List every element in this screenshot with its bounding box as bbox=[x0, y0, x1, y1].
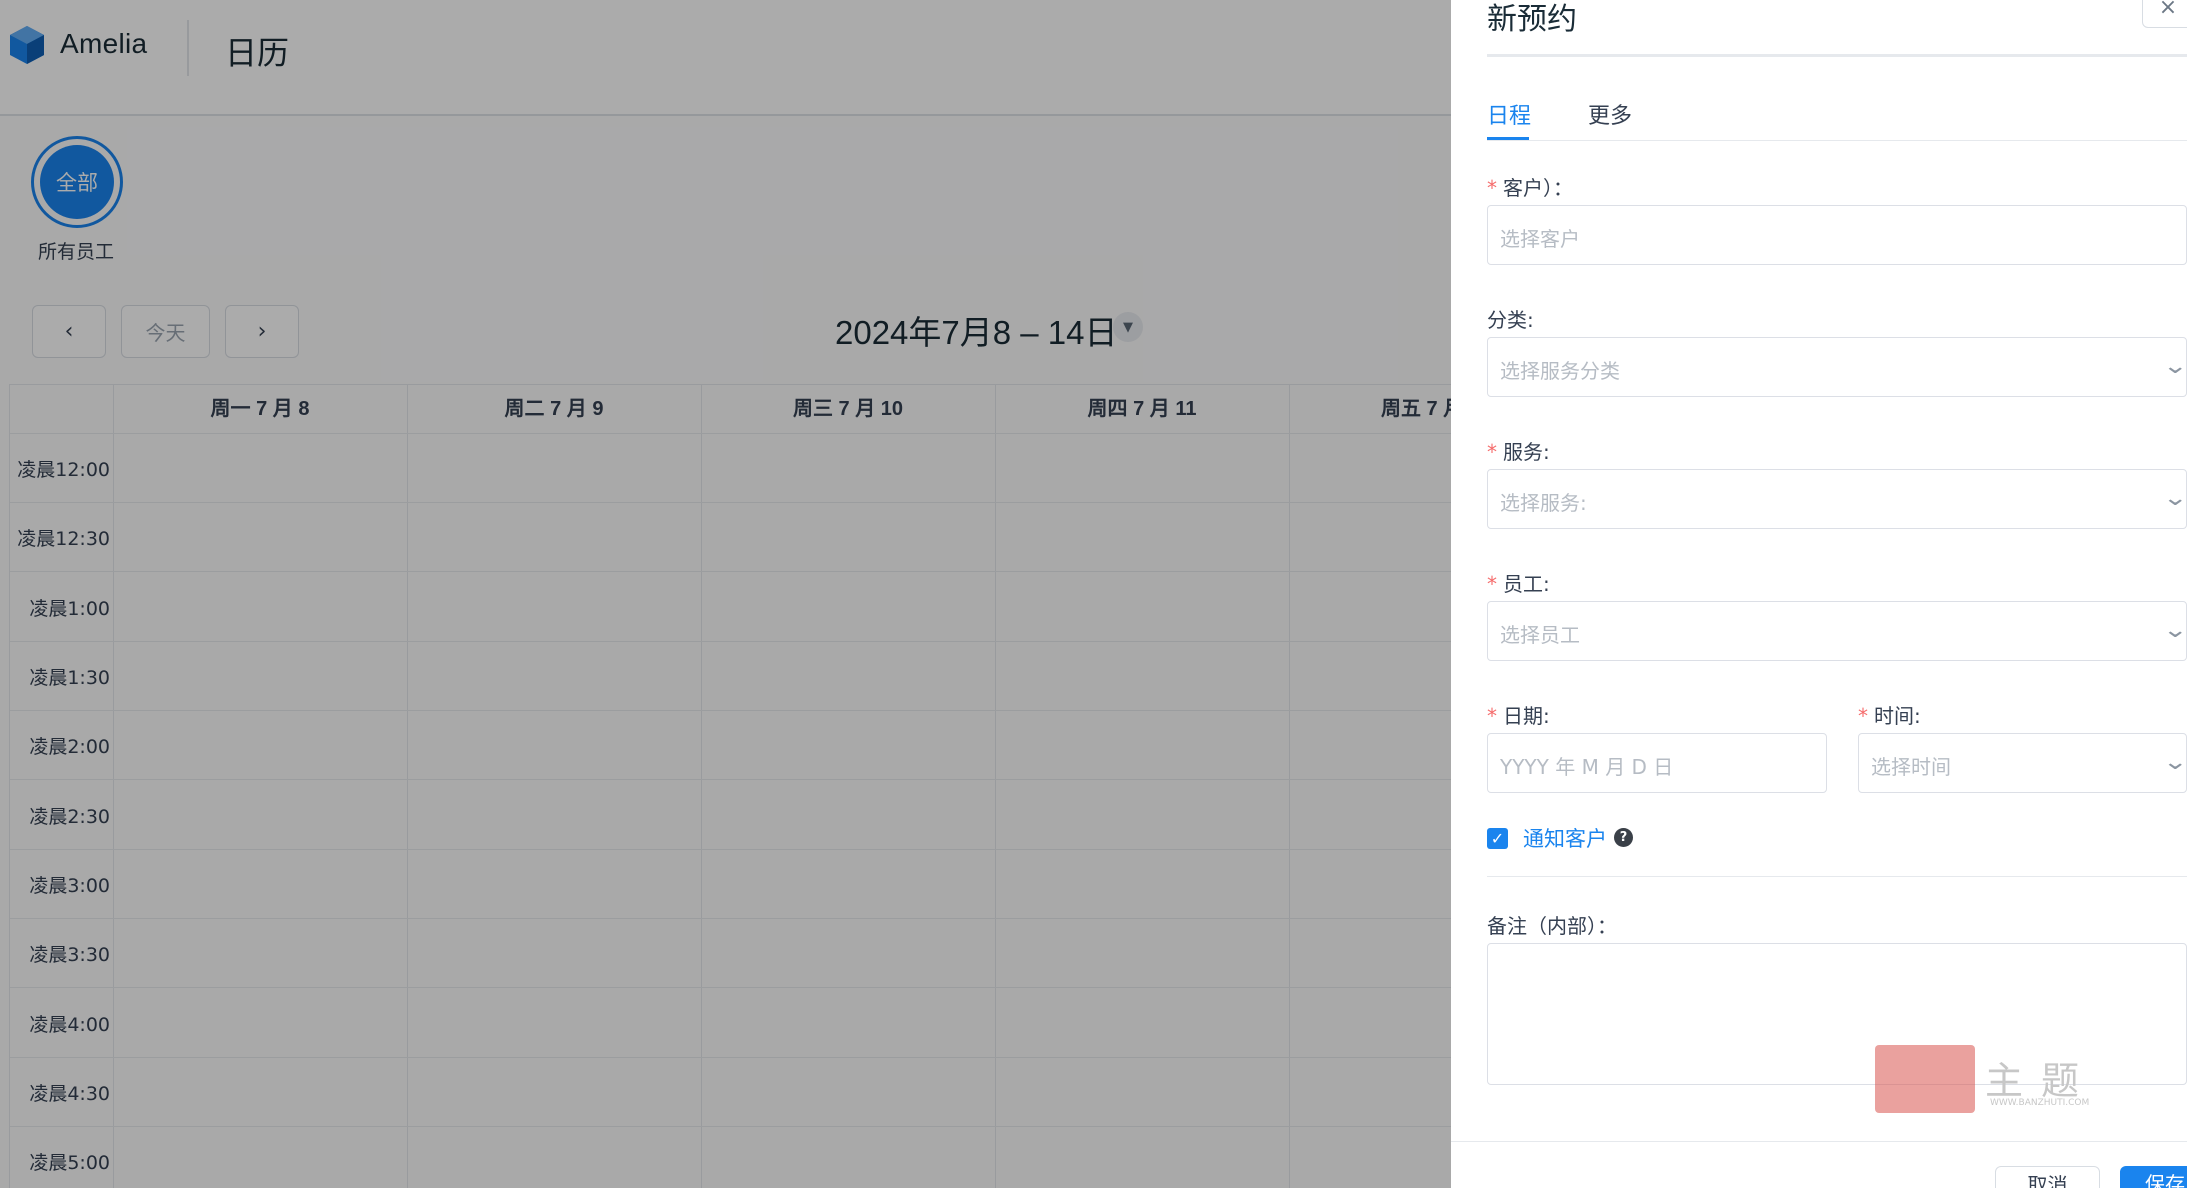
required-mark: * bbox=[1487, 572, 1497, 596]
time-select[interactable]: 选择时间 ⌄ bbox=[1858, 733, 2187, 793]
service-select[interactable]: 选择服务: ⌄ bbox=[1487, 469, 2187, 529]
customer-placeholder: 选择客户 bbox=[1500, 227, 1580, 251]
category-label: 分类: bbox=[1487, 308, 1534, 332]
category-placeholder: 选择服务分类 bbox=[1500, 359, 1620, 383]
service-label-text: 服务: bbox=[1503, 440, 1550, 464]
employee-select[interactable]: 选择员工 ⌄ bbox=[1487, 601, 2187, 661]
notify-customer-label[interactable]: 通知客户 bbox=[1523, 823, 1607, 853]
service-label: * 服务: bbox=[1487, 436, 1550, 465]
category-select[interactable]: 选择服务分类 ⌄ bbox=[1487, 337, 2187, 397]
footer-divider bbox=[1451, 1141, 2187, 1142]
save-button[interactable]: 保存 bbox=[2120, 1166, 2187, 1188]
active-tab-indicator bbox=[1487, 137, 1529, 140]
watermark-url: WWW.BANZHUTI.COM bbox=[1990, 1098, 2090, 1108]
chevron-down-icon: ⌄ bbox=[2161, 618, 2187, 643]
customer-label: * 客户）： bbox=[1487, 172, 1573, 201]
service-placeholder: 选择服务: bbox=[1500, 491, 1587, 515]
required-mark: * bbox=[1487, 704, 1497, 728]
date-placeholder: YYYY 年 M 月 D 日 bbox=[1500, 755, 1674, 779]
date-picker[interactable]: YYYY 年 M 月 D 日 bbox=[1487, 733, 1827, 793]
cancel-button[interactable]: 取消 bbox=[1995, 1166, 2100, 1188]
chevron-down-icon: ⌄ bbox=[2161, 354, 2187, 379]
required-mark: * bbox=[1487, 440, 1497, 464]
chevron-down-icon: ⌄ bbox=[2161, 486, 2187, 511]
section-divider bbox=[1487, 876, 2187, 877]
chevron-down-icon: ⌄ bbox=[2161, 750, 2187, 775]
required-mark: * bbox=[1487, 176, 1497, 200]
date-label: * 日期: bbox=[1487, 700, 1550, 729]
tab-schedule[interactable]: 日程 bbox=[1487, 98, 1531, 130]
help-icon[interactable]: ? bbox=[1614, 828, 1633, 847]
employee-placeholder: 选择员工 bbox=[1500, 623, 1580, 647]
notify-customer-checkbox[interactable]: ✓ bbox=[1487, 828, 1508, 849]
time-placeholder: 选择时间 bbox=[1871, 755, 1951, 779]
employee-label-text: 员工: bbox=[1503, 572, 1550, 596]
tabs-divider bbox=[1487, 140, 2187, 141]
drawer-title-divider bbox=[1487, 54, 2187, 57]
close-icon[interactable]: × bbox=[2142, 0, 2187, 28]
time-label-text: 时间: bbox=[1874, 704, 1921, 728]
watermark-stamp bbox=[1875, 1045, 1975, 1113]
internal-note-label: 备注（内部）： bbox=[1487, 914, 1617, 938]
employee-label: * 员工: bbox=[1487, 568, 1550, 597]
customer-select[interactable]: 选择客户 bbox=[1487, 205, 2187, 265]
tab-more[interactable]: 更多 bbox=[1588, 98, 1632, 130]
time-label: * 时间: bbox=[1858, 700, 1921, 729]
date-label-text: 日期: bbox=[1503, 704, 1550, 728]
drawer-title: 新预约 bbox=[1487, 2, 1577, 37]
watermark-text: 主题 bbox=[1985, 1059, 2098, 1103]
customer-label-text: 客户）： bbox=[1503, 176, 1573, 200]
required-mark: * bbox=[1858, 704, 1868, 728]
